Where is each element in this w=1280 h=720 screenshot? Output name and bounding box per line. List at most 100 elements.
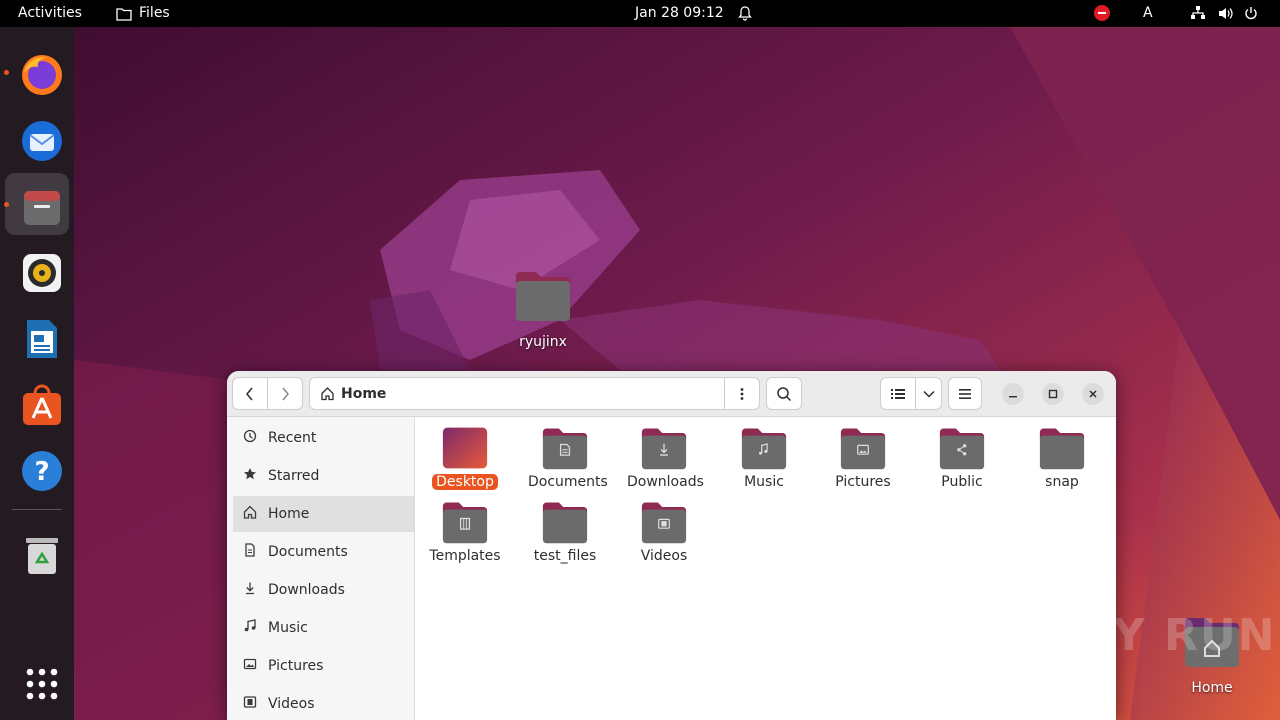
search-icon [777, 386, 792, 401]
folder-icon [641, 502, 687, 544]
view-toggle-button[interactable] [880, 377, 916, 410]
sidebar-item-music[interactable]: Music [233, 610, 414, 646]
minimize-icon [1009, 396, 1017, 398]
keyboard-layout-indicator[interactable]: A [1143, 0, 1153, 27]
running-indicator [4, 202, 9, 207]
do-not-disturb-icon[interactable] [1094, 5, 1110, 21]
forward-button[interactable] [267, 377, 303, 410]
folder-icon [641, 428, 687, 470]
dock-item-firefox[interactable] [5, 41, 69, 103]
network-icon[interactable] [1190, 0, 1206, 27]
dock-item-software[interactable] [5, 371, 69, 433]
app-menu[interactable]: Files [116, 0, 170, 27]
activities-button[interactable]: Activities [18, 0, 82, 27]
folder-icon [442, 427, 488, 469]
list-view-icon [891, 388, 905, 399]
sidebar-item-label: Home [268, 506, 310, 522]
file-item[interactable]: Templates [424, 499, 506, 564]
dock-item-trash[interactable] [5, 520, 69, 582]
header-bar: Home [227, 371, 1116, 417]
sidebar-item-label: Starred [268, 468, 320, 484]
file-label: Documents [528, 474, 608, 490]
dock-item-rhythmbox[interactable] [5, 239, 69, 301]
file-item[interactable]: Desktop [424, 425, 506, 490]
file-item[interactable]: Public [921, 425, 1003, 490]
path-bar[interactable]: Home [309, 377, 725, 410]
app-name: Files [139, 5, 170, 21]
music-icon [241, 619, 259, 637]
clock-icon [241, 429, 259, 447]
file-label: Downloads [627, 474, 704, 490]
file-label: snap [1045, 474, 1079, 490]
top-bar: Activities Files Jan 28 09:12 A [0, 0, 1280, 27]
view-options-button[interactable] [915, 377, 942, 410]
file-label: Desktop [432, 474, 498, 490]
desktop-icon-ryujinx[interactable]: ryujinx [503, 270, 583, 350]
maximize-icon [1048, 389, 1058, 399]
file-item[interactable]: Pictures [822, 425, 904, 490]
sidebar-item-home[interactable]: Home [233, 496, 414, 532]
dock-item-files[interactable] [5, 173, 69, 235]
folder-icon [741, 428, 787, 470]
show-apps-button[interactable] [5, 650, 69, 712]
sidebar: Recent Starred Home Documents Downloads … [227, 417, 415, 720]
bell-icon[interactable] [738, 0, 752, 27]
file-label: Pictures [835, 474, 891, 490]
software-center-icon [23, 384, 61, 425]
dock-item-help[interactable]: ? [5, 437, 69, 499]
folder-icon [516, 272, 570, 321]
firefox-icon [22, 55, 62, 95]
search-button[interactable] [766, 377, 802, 410]
trash-icon [26, 538, 58, 574]
back-button[interactable] [232, 377, 268, 410]
sidebar-item-label: Documents [268, 544, 348, 560]
sidebar-item-starred[interactable]: Starred [233, 458, 414, 494]
file-item[interactable]: test_files [524, 499, 606, 564]
close-icon [1089, 390, 1097, 398]
picture-icon [241, 657, 259, 675]
path-menu-button[interactable] [724, 377, 760, 410]
files-icon [24, 191, 60, 225]
file-item[interactable]: Music [723, 425, 805, 490]
thunderbird-icon [22, 121, 62, 161]
dock-item-writer[interactable] [5, 305, 69, 367]
file-item[interactable]: snap [1021, 425, 1103, 490]
file-item[interactable]: Videos [623, 499, 705, 564]
desktop-icon-label: ryujinx [519, 334, 567, 350]
clock[interactable]: Jan 28 09:12 [635, 0, 724, 27]
folder-icon [442, 502, 488, 544]
folder-icon [116, 7, 132, 21]
folder-icon [542, 428, 588, 470]
sidebar-item-label: Downloads [268, 582, 345, 598]
dock-separator [12, 509, 62, 510]
more-vertical-icon [740, 387, 744, 400]
sidebar-item-pictures[interactable]: Pictures [233, 648, 414, 684]
file-item[interactable]: Documents [524, 425, 608, 490]
maximize-button[interactable] [1042, 383, 1064, 405]
volume-icon[interactable] [1217, 0, 1233, 27]
video-icon [241, 695, 259, 713]
main-menu-button[interactable] [948, 377, 982, 410]
sidebar-item-recent[interactable]: Recent [233, 420, 414, 456]
minimize-button[interactable] [1002, 383, 1024, 405]
chevron-right-icon [282, 387, 289, 400]
folder-icon [1039, 428, 1085, 470]
desktop-icon-label: Home [1191, 680, 1233, 696]
file-grid: Desktop Documents Downloads Music Pictures Pu… [416, 417, 1116, 720]
dock-item-thunderbird[interactable] [5, 107, 69, 169]
close-button[interactable] [1082, 383, 1104, 405]
sidebar-item-downloads[interactable]: Downloads [233, 572, 414, 608]
sidebar-item-videos[interactable]: Videos [233, 686, 414, 720]
sidebar-item-label: Recent [268, 430, 317, 446]
folder-icon [542, 502, 588, 544]
file-item[interactable]: Downloads [623, 425, 705, 490]
download-icon [241, 581, 259, 599]
document-icon [241, 543, 259, 561]
star-icon [241, 467, 259, 485]
running-indicator [4, 70, 9, 75]
chevron-left-icon [246, 387, 253, 400]
power-icon[interactable] [1244, 0, 1258, 27]
sidebar-item-documents[interactable]: Documents [233, 534, 414, 570]
file-label: test_files [533, 548, 597, 564]
home-icon [241, 505, 259, 523]
